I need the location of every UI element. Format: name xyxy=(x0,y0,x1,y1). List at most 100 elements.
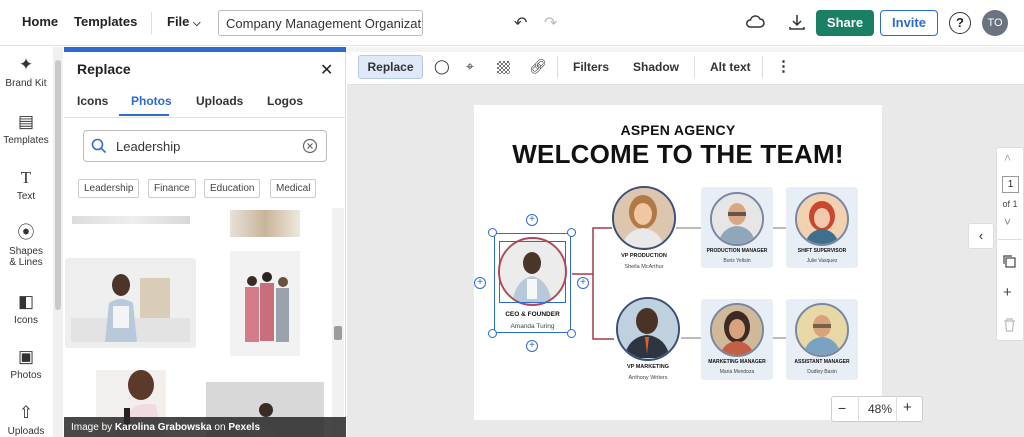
divider xyxy=(64,117,346,118)
share-button[interactable]: Share xyxy=(816,10,874,36)
tab-icons[interactable]: Icons xyxy=(77,94,108,108)
transparency-icon[interactable] xyxy=(497,61,510,74)
tab-uploads[interactable]: Uploads xyxy=(196,94,243,108)
ceo-role[interactable]: CEO & FOUNDER xyxy=(494,311,571,318)
marketing-manager-name[interactable]: Maria Mendoza xyxy=(701,369,773,375)
rail-label: Shapes & Lines xyxy=(9,246,43,268)
photo-scrollbar[interactable] xyxy=(332,208,344,437)
marketing-manager-role[interactable]: MARKETING MANAGER xyxy=(701,359,773,365)
shift-supervisor-photo[interactable] xyxy=(795,192,849,246)
tab-photos[interactable]: Photos xyxy=(131,94,172,108)
photo-thumbnail-selected[interactable] xyxy=(65,258,196,348)
search-value: Leadership xyxy=(116,139,181,154)
production-manager-photo[interactable] xyxy=(710,192,764,246)
shift-supervisor-role[interactable]: SHIFT SUPERVISOR xyxy=(786,248,858,254)
shift-supervisor-name[interactable]: Julie Vasquez xyxy=(786,258,858,264)
user-avatar[interactable]: TO xyxy=(982,10,1008,36)
add-node-above-icon[interactable]: + xyxy=(526,214,538,226)
shadow-button[interactable]: Shadow xyxy=(633,60,679,74)
filters-button[interactable]: Filters xyxy=(573,60,609,74)
rail-label: Photos xyxy=(10,370,42,381)
templates-icon: ▤ xyxy=(17,112,35,131)
vp-marketing-name[interactable]: Anthony Writers xyxy=(608,375,688,381)
add-node-below-icon[interactable]: + xyxy=(526,340,538,352)
rail-label: Brand Kit xyxy=(5,78,47,89)
panel-title: Replace xyxy=(77,61,131,77)
file-menu-label: File xyxy=(167,14,190,29)
zoom-out-button[interactable]: − xyxy=(838,400,846,416)
photo-credit: Image by Karolina Grabowska on Pexels xyxy=(64,417,346,437)
vp-production-name[interactable]: Sheila McArthur xyxy=(604,264,684,270)
assistant-manager-photo[interactable] xyxy=(795,303,849,357)
page-count: of 1 xyxy=(1002,199,1018,209)
rail-item-photos[interactable]: ▣ Photos xyxy=(0,347,52,381)
duplicate-page-icon[interactable] xyxy=(1002,254,1016,273)
help-button[interactable]: ? xyxy=(949,12,971,34)
cloud-sync-icon[interactable] xyxy=(745,12,765,37)
photo-results xyxy=(64,208,332,437)
rail-scrollbar-thumb[interactable] xyxy=(55,60,61,310)
alt-text-button[interactable]: Alt text xyxy=(710,60,751,74)
resize-handle[interactable] xyxy=(567,329,576,338)
chip-finance[interactable]: Finance xyxy=(148,179,196,198)
production-manager-name[interactable]: Boris Yeltsin xyxy=(701,258,773,264)
collapse-panel-button[interactable]: ‹ xyxy=(968,223,994,249)
templates-link[interactable]: Templates xyxy=(74,14,137,29)
photo-thumbnail[interactable] xyxy=(230,251,300,356)
search-icon xyxy=(91,138,107,159)
vp-marketing-photo[interactable] xyxy=(616,297,680,361)
trash-icon[interactable] xyxy=(1003,318,1016,337)
file-menu[interactable]: File ⌵ xyxy=(167,14,201,29)
document-title-input[interactable]: Company Management Organizati... xyxy=(218,10,423,36)
chevron-up-icon[interactable]: ˄ xyxy=(1004,151,1011,165)
photo-thumbnail[interactable] xyxy=(230,210,300,237)
vp-production-photo[interactable] xyxy=(612,186,676,250)
chip-leadership[interactable]: Leadership xyxy=(78,179,140,198)
add-page-icon[interactable]: + xyxy=(1003,284,1012,301)
assistant-manager-name[interactable]: Dudley Basin xyxy=(786,369,858,375)
add-node-right-icon[interactable]: + xyxy=(577,277,589,289)
tab-logos[interactable]: Logos xyxy=(267,94,303,108)
link-icon[interactable]: 🔗︎ xyxy=(529,58,547,75)
photo-thumbnail[interactable] xyxy=(72,216,190,224)
rail-item-shapes[interactable]: ⦿ Shapes & Lines xyxy=(0,223,52,268)
resize-handle[interactable] xyxy=(488,228,497,237)
rail-item-brand-kit[interactable]: ✦ Brand Kit xyxy=(0,55,52,89)
marketing-manager-photo[interactable] xyxy=(710,303,764,357)
zoom-in-button[interactable]: + xyxy=(903,399,912,416)
zoom-level[interactable]: 48% xyxy=(862,402,898,416)
assistant-manager-role[interactable]: ASSISTANT MANAGER xyxy=(786,359,858,365)
vp-production-role[interactable]: VP PRODUCTION xyxy=(604,253,684,259)
vp-marketing-role[interactable]: VP MARKETING xyxy=(608,364,688,370)
photo-scrollbar-thumb[interactable] xyxy=(334,326,342,340)
undo-icon[interactable]: ↶ xyxy=(514,13,527,33)
shapes-icon: ⦿ xyxy=(17,223,35,242)
add-node-left-icon[interactable]: + xyxy=(474,277,486,289)
resize-handle[interactable] xyxy=(488,329,497,338)
more-options-icon[interactable]: ⋮ xyxy=(776,57,791,75)
ceo-name[interactable]: Amanda Turing xyxy=(494,323,571,330)
crop-icon[interactable]: ⌖ xyxy=(466,58,474,75)
clear-search-icon[interactable] xyxy=(302,138,318,159)
rail-label: Templates xyxy=(3,135,49,146)
rail-item-text[interactable]: T Text xyxy=(0,168,52,202)
resize-handle[interactable] xyxy=(567,228,576,237)
rail-item-templates[interactable]: ▤ Templates xyxy=(0,112,52,146)
production-manager-role[interactable]: PRODUCTION MANAGER xyxy=(701,248,773,254)
page-number[interactable]: 1 xyxy=(1002,176,1019,193)
divider xyxy=(762,56,763,78)
close-icon[interactable]: ✕ xyxy=(320,60,333,80)
download-icon[interactable] xyxy=(787,12,807,37)
chip-education[interactable]: Education xyxy=(204,179,261,198)
replace-button[interactable]: Replace xyxy=(358,55,423,79)
home-link[interactable]: Home xyxy=(22,14,58,29)
rail-item-uploads[interactable]: ⇧ Uploads xyxy=(0,403,52,437)
chip-medical[interactable]: Medical xyxy=(270,179,317,198)
crop-frame[interactable] xyxy=(499,241,566,303)
divider xyxy=(557,56,558,78)
redo-icon[interactable]: ↷ xyxy=(544,13,557,33)
invite-button[interactable]: Invite xyxy=(880,10,938,36)
chevron-down-icon[interactable]: ˅ xyxy=(1004,215,1011,229)
rail-item-icons[interactable]: ◧ Icons xyxy=(0,292,52,326)
crop-circle-icon[interactable]: ◯ xyxy=(434,58,450,75)
